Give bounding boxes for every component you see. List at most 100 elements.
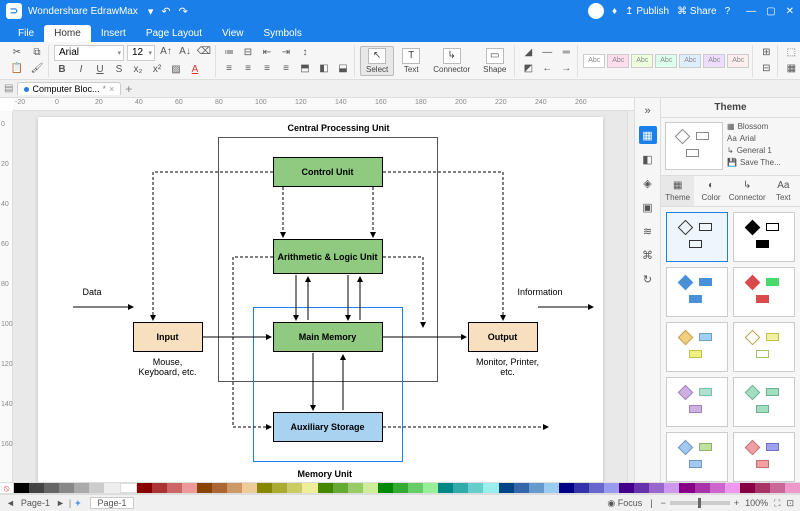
- side-link-icon[interactable]: ⌘: [639, 246, 657, 264]
- zoom-in-icon[interactable]: +: [734, 498, 739, 508]
- line-style-icon[interactable]: ═: [558, 46, 574, 60]
- justify-icon[interactable]: ≡: [278, 62, 294, 76]
- publish-button[interactable]: ↥ Publish: [625, 6, 669, 17]
- indent-left-icon[interactable]: ⇤: [259, 46, 275, 60]
- upgrade-icon[interactable]: ♦: [612, 6, 617, 17]
- theme-opt-blossom[interactable]: ▦Blossom: [727, 122, 796, 131]
- superscript-icon[interactable]: x²: [149, 63, 165, 77]
- page[interactable]: Central Processing Unit Memory Unit Cont…: [38, 117, 603, 482]
- increase-font-icon[interactable]: A↑: [158, 45, 174, 59]
- theme-item[interactable]: [666, 212, 728, 262]
- side-history-icon[interactable]: ↻: [639, 270, 657, 288]
- subtab-color[interactable]: ◐Color: [694, 176, 727, 206]
- copy-icon[interactable]: ⧉: [29, 46, 45, 60]
- subtab-text[interactable]: AaText: [767, 176, 800, 206]
- theme-item[interactable]: [733, 267, 795, 317]
- arrange-icon[interactable]: ⬚: [783, 46, 799, 60]
- bold-icon[interactable]: B: [54, 63, 70, 77]
- document-tab[interactable]: Computer Bloc... * ×: [17, 82, 121, 95]
- menu-home[interactable]: Home: [44, 25, 91, 42]
- fill-color-icon[interactable]: ◢: [520, 46, 536, 60]
- font-color-icon[interactable]: A: [187, 63, 203, 77]
- highlight-icon[interactable]: ▨: [168, 63, 184, 77]
- page-tab[interactable]: Page-1: [90, 497, 133, 509]
- align-right-icon[interactable]: ≡: [259, 62, 275, 76]
- side-style-icon[interactable]: ◧: [639, 150, 657, 168]
- zoom-out-icon[interactable]: −: [661, 498, 666, 508]
- theme-item[interactable]: [666, 267, 728, 317]
- tab-menu-icon[interactable]: ▤: [4, 83, 13, 94]
- group-icon[interactable]: ⊞: [758, 46, 774, 60]
- style-gallery[interactable]: Abc Abc Abc Abc Abc Abc Abc: [583, 54, 749, 68]
- menu-view[interactable]: View: [212, 25, 254, 42]
- theme-item[interactable]: [733, 212, 795, 262]
- user-avatar[interactable]: [588, 3, 604, 19]
- theme-item[interactable]: [666, 377, 728, 427]
- add-tab-button[interactable]: +: [125, 82, 132, 96]
- style-3[interactable]: Abc: [631, 54, 653, 68]
- close-icon[interactable]: ✕: [786, 6, 794, 17]
- theme-item[interactable]: [733, 377, 795, 427]
- help-icon[interactable]: ?: [725, 6, 731, 17]
- minimize-icon[interactable]: —: [746, 6, 756, 17]
- menu-page-layout[interactable]: Page Layout: [136, 25, 212, 42]
- side-theme-icon[interactable]: ▦: [639, 126, 657, 144]
- style-7[interactable]: Abc: [727, 54, 749, 68]
- align-left-icon[interactable]: ≡: [221, 62, 237, 76]
- tool-select[interactable]: ↖Select: [360, 46, 394, 76]
- font-size-select[interactable]: 12: [127, 45, 155, 61]
- add-page-icon[interactable]: +: [75, 498, 80, 508]
- paste-icon[interactable]: 📋: [9, 62, 25, 76]
- underline-icon[interactable]: U: [92, 63, 108, 77]
- format-painter-icon[interactable]: 🖌: [29, 62, 45, 76]
- italic-icon[interactable]: I: [73, 63, 89, 77]
- valign-mid-icon[interactable]: ◧: [316, 62, 332, 76]
- zoom-slider[interactable]: [670, 501, 730, 505]
- line-spacing-icon[interactable]: ↕: [297, 46, 313, 60]
- style-2[interactable]: Abc: [607, 54, 629, 68]
- clear-format-icon[interactable]: ⌫: [196, 45, 212, 59]
- box-control-unit[interactable]: Control Unit: [273, 157, 383, 187]
- align-center-icon[interactable]: ≡: [240, 62, 256, 76]
- fullscreen-icon[interactable]: ⊡: [786, 498, 794, 509]
- menu-file[interactable]: File: [8, 25, 44, 42]
- box-aux-storage[interactable]: Auxiliary Storage: [273, 412, 383, 442]
- valign-bot-icon[interactable]: ⬓: [335, 62, 351, 76]
- box-input[interactable]: Input: [133, 322, 203, 352]
- vertical-scrollbar[interactable]: [627, 111, 634, 482]
- qat-undo-icon[interactable]: ↶: [161, 5, 170, 18]
- theme-opt-save[interactable]: 💾Save The...: [727, 158, 796, 167]
- theme-item[interactable]: [666, 432, 728, 482]
- page-nav-prev-icon[interactable]: ◄: [6, 498, 15, 508]
- indent-right-icon[interactable]: ⇥: [278, 46, 294, 60]
- box-output[interactable]: Output: [468, 322, 538, 352]
- tool-text[interactable]: TText: [397, 47, 425, 75]
- share-button[interactable]: ⌘ Share: [677, 6, 716, 17]
- qat-redo-icon[interactable]: ↷: [179, 5, 188, 18]
- maximize-icon[interactable]: ▢: [766, 6, 775, 17]
- side-expand-icon[interactable]: »: [639, 102, 657, 120]
- box-main-memory[interactable]: Main Memory: [273, 322, 383, 352]
- font-family-select[interactable]: Arial: [54, 45, 124, 61]
- theme-item[interactable]: [733, 432, 795, 482]
- page-indicator[interactable]: Page-1: [21, 498, 50, 508]
- menu-insert[interactable]: Insert: [91, 25, 136, 42]
- focus-toggle[interactable]: ◉ Focus: [607, 498, 642, 509]
- side-layer-icon[interactable]: ≋: [639, 222, 657, 240]
- theme-item[interactable]: [733, 322, 795, 372]
- decrease-font-icon[interactable]: A↓: [177, 45, 193, 59]
- color-bar[interactable]: ⦸: [0, 482, 800, 494]
- shadow-icon[interactable]: ◩: [520, 62, 536, 76]
- tool-connector[interactable]: ↳Connector: [428, 47, 475, 75]
- box-alu[interactable]: Arithmetic & Logic Unit: [273, 239, 383, 274]
- subtab-theme[interactable]: ▦Theme: [661, 176, 694, 206]
- valign-top-icon[interactable]: ⬒: [297, 62, 313, 76]
- arrow-end-icon[interactable]: →: [558, 62, 574, 76]
- menu-symbols[interactable]: Symbols: [254, 25, 312, 42]
- side-3d-icon[interactable]: ◈: [639, 174, 657, 192]
- line-color-icon[interactable]: —: [539, 46, 555, 60]
- subscript-icon[interactable]: x₂: [130, 63, 146, 77]
- theme-opt-arial[interactable]: AaArial: [727, 134, 796, 143]
- style-4[interactable]: Abc: [655, 54, 677, 68]
- canvas[interactable]: Central Processing Unit Memory Unit Cont…: [13, 111, 627, 482]
